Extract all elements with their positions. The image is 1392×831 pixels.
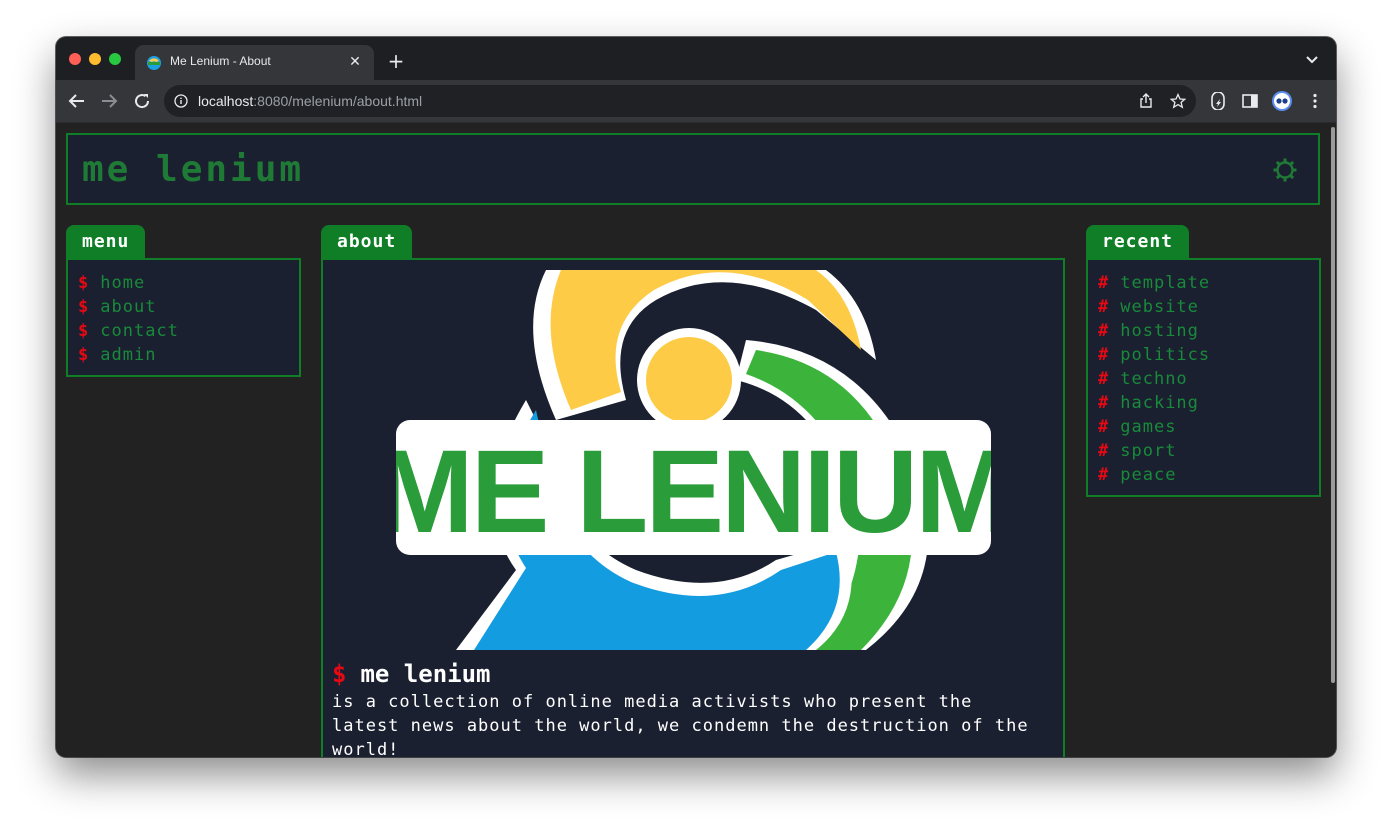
maximize-window-button[interactable] bbox=[109, 53, 121, 65]
new-tab-icon[interactable]: + bbox=[386, 51, 406, 71]
hash-bullet: # bbox=[1098, 321, 1109, 341]
recent-label: Recent bbox=[1086, 225, 1190, 259]
url-path: :8080/melenium/about.html bbox=[253, 93, 423, 109]
about-heading-text: Me Lenium bbox=[360, 660, 491, 688]
recent-item-politics[interactable]: # Politics bbox=[1098, 345, 1210, 367]
hash-bullet: # bbox=[1098, 417, 1109, 437]
about-label: About bbox=[321, 225, 413, 259]
minimize-window-button[interactable] bbox=[89, 53, 101, 65]
dollar-bullet: $ bbox=[78, 321, 89, 341]
close-window-button[interactable] bbox=[69, 53, 81, 65]
tab-bar: Me Lenium - About ✕ + bbox=[56, 37, 1336, 80]
hash-bullet: # bbox=[1098, 465, 1109, 485]
profile-avatar-icon[interactable] bbox=[1271, 90, 1293, 112]
page-scrollbar[interactable] bbox=[1331, 127, 1335, 683]
hash-bullet: # bbox=[1098, 393, 1109, 413]
address-bar[interactable]: localhost:8080/melenium/about.html bbox=[164, 85, 1196, 117]
recent-item-sport[interactable]: # Sport bbox=[1098, 441, 1176, 463]
melenium-favicon-icon bbox=[147, 56, 161, 70]
recent-item-label: Peace bbox=[1120, 465, 1177, 485]
tab-title: Me Lenium - About bbox=[170, 54, 271, 68]
browser-window: Me Lenium - About ✕ + localhost:8080/mel… bbox=[56, 37, 1336, 757]
dollar-bullet: $ bbox=[332, 660, 347, 688]
about-panel: ME LENIUM $ Me Lenium is a collection of … bbox=[321, 258, 1065, 757]
share-icon[interactable] bbox=[1138, 93, 1154, 109]
dollar-bullet: $ bbox=[78, 345, 89, 365]
hash-bullet: # bbox=[1098, 273, 1109, 293]
menu-item-label: Admin bbox=[100, 345, 157, 365]
dollar-bullet: $ bbox=[78, 273, 89, 293]
extension-icon[interactable] bbox=[1209, 92, 1227, 110]
recent-item-games[interactable]: # Games bbox=[1098, 417, 1176, 439]
recent-item-hacking[interactable]: # Hacking bbox=[1098, 393, 1199, 415]
recent-item-label: Website bbox=[1120, 297, 1199, 317]
recent-item-label: Politics bbox=[1120, 345, 1211, 365]
menu-item-admin[interactable]: $ Admin bbox=[78, 345, 156, 367]
recent-item-label: Hacking bbox=[1120, 393, 1199, 413]
more-menu-icon[interactable] bbox=[1306, 92, 1324, 110]
tab-close-icon[interactable]: ✕ bbox=[345, 52, 365, 72]
about-heading: $ Me Lenium bbox=[332, 660, 491, 688]
recent-item-hosting[interactable]: # Hosting bbox=[1098, 321, 1199, 343]
menu-item-about[interactable]: $ About bbox=[78, 297, 156, 319]
melenium-logo: ME LENIUM bbox=[396, 270, 991, 650]
back-arrow-icon[interactable] bbox=[68, 92, 86, 110]
site-header: Me Lenium bbox=[66, 133, 1320, 205]
menu-item-label: Contact bbox=[100, 321, 179, 341]
menu-item-contact[interactable]: $ Contact bbox=[78, 321, 179, 343]
hash-bullet: # bbox=[1098, 345, 1109, 365]
recent-item-label: Template bbox=[1120, 273, 1211, 293]
menu-item-home[interactable]: $ Home bbox=[78, 273, 145, 295]
recent-item-label: Sport bbox=[1120, 441, 1177, 461]
browser-toolbar: localhost:8080/melenium/about.html bbox=[56, 80, 1336, 123]
url-host: localhost bbox=[198, 93, 254, 109]
menu-label: Menu bbox=[66, 225, 146, 259]
chevron-down-icon[interactable] bbox=[1304, 53, 1320, 67]
recent-item-techno[interactable]: # Techno bbox=[1098, 369, 1188, 391]
recent-item-template[interactable]: # Template bbox=[1098, 273, 1210, 295]
page-viewport: Me Lenium Menu $ Home $ About $ Cont bbox=[56, 123, 1336, 757]
hash-bullet: # bbox=[1098, 441, 1109, 461]
logo-text: ME LENIUM bbox=[396, 426, 991, 558]
menu-item-label: Home bbox=[100, 273, 146, 293]
active-tab[interactable]: Me Lenium - About ✕ bbox=[135, 45, 374, 80]
hash-bullet: # bbox=[1098, 297, 1109, 317]
recent-item-label: Games bbox=[1120, 417, 1177, 437]
bookmark-star-icon[interactable] bbox=[1170, 93, 1186, 109]
recent-item-website[interactable]: # Website bbox=[1098, 297, 1199, 319]
recent-item-label: Hosting bbox=[1120, 321, 1199, 341]
reload-icon[interactable] bbox=[133, 92, 151, 110]
recent-panel: # Template # Website # Hosting # Politics # T… bbox=[1086, 258, 1321, 497]
side-panel-icon[interactable] bbox=[1241, 92, 1259, 110]
gear-icon[interactable] bbox=[1272, 157, 1298, 183]
recent-item-label: Techno bbox=[1120, 369, 1188, 389]
url-text: localhost:8080/melenium/about.html bbox=[198, 93, 422, 109]
about-description: is a collection of online media activist… bbox=[332, 692, 1029, 757]
dollar-bullet: $ bbox=[78, 297, 89, 317]
menu-panel: $ Home $ About $ Contact $ Admin bbox=[66, 258, 301, 377]
menu-item-label: About bbox=[100, 297, 157, 317]
site-info-icon[interactable] bbox=[174, 94, 188, 108]
hash-bullet: # bbox=[1098, 369, 1109, 389]
recent-item-peace[interactable]: # Peace bbox=[1098, 465, 1176, 487]
forward-arrow-icon[interactable] bbox=[100, 92, 118, 110]
site-title[interactable]: Me Lenium bbox=[82, 149, 304, 190]
